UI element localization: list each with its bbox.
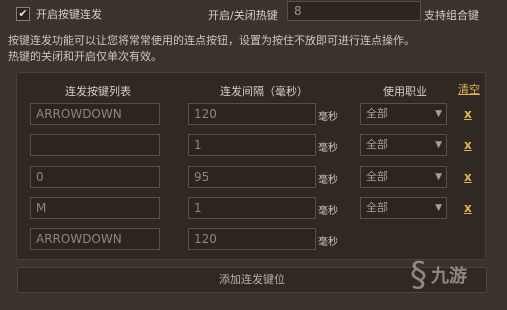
job-select[interactable]: 全部 ▼ xyxy=(360,197,447,219)
table-row: M 1 毫秒 全部 ▼ x xyxy=(0,197,484,219)
unit-label: 毫秒 xyxy=(318,175,338,186)
clear-all-link[interactable]: 清空 xyxy=(458,81,480,97)
interval-input[interactable]: 1 xyxy=(188,134,316,156)
col-key-header: 连发按键列表 xyxy=(65,85,131,98)
unit-label: 毫秒 xyxy=(318,143,338,154)
key-input[interactable] xyxy=(30,134,160,156)
delete-row-button[interactable]: x xyxy=(464,138,472,152)
table-row: ARROWDOWN 120 毫秒 xyxy=(0,228,484,250)
enable-label: 开启按键连发 xyxy=(36,8,102,21)
chevron-down-icon: ▼ xyxy=(435,203,442,213)
logo-icon: § xyxy=(410,255,427,295)
hotkey-label: 开启/关闭热键 xyxy=(208,9,278,22)
chevron-down-icon: ▼ xyxy=(435,109,442,119)
watermark-logo: § 九游 xyxy=(410,258,467,292)
unit-label: 毫秒 xyxy=(318,206,338,217)
delete-row-button[interactable]: x xyxy=(464,201,472,215)
job-select-value: 全部 xyxy=(366,201,388,214)
unit-label: 毫秒 xyxy=(318,237,338,248)
job-select-value: 全部 xyxy=(366,107,388,120)
job-select-value: 全部 xyxy=(366,138,388,151)
hotkey-input[interactable]: 8 xyxy=(287,1,421,21)
interval-input[interactable]: 120 xyxy=(188,103,316,125)
description: 按键连发功能可以让您将常常使用的连点按钮，设置为按住不放即可进行连点操作。 热键… xyxy=(8,33,415,65)
job-select[interactable]: 全部 ▼ xyxy=(360,103,447,125)
chevron-down-icon: ▼ xyxy=(435,172,442,182)
interval-input[interactable]: 95 xyxy=(188,166,316,188)
interval-input[interactable]: 1 xyxy=(188,197,316,219)
hotkey-hint: 支持组合键 xyxy=(424,9,479,22)
table-row: ARROWDOWN 120 毫秒 全部 ▼ x xyxy=(0,103,484,125)
description-line-1: 按键连发功能可以让您将常常使用的连点按钮，设置为按住不放即可进行连点操作。 xyxy=(8,34,415,47)
chevron-down-icon: ▼ xyxy=(435,140,442,150)
col-interval-header: 连发间隔（毫秒） xyxy=(220,85,308,98)
table-row: 0 95 毫秒 全部 ▼ x xyxy=(0,166,484,188)
key-input[interactable]: 0 xyxy=(30,166,160,188)
key-input[interactable]: ARROWDOWN xyxy=(30,103,160,125)
delete-row-button[interactable]: x xyxy=(464,170,472,184)
interval-input[interactable]: 120 xyxy=(188,228,316,250)
job-select-value: 全部 xyxy=(366,170,388,183)
checkbox-checked-icon[interactable]: ✔ xyxy=(16,7,30,21)
col-job-header: 使用职业 xyxy=(383,85,427,98)
description-line-2: 热键的关闭和开启仅单次有效。 xyxy=(8,50,162,63)
job-select[interactable]: 全部 ▼ xyxy=(360,166,447,188)
unit-label: 毫秒 xyxy=(318,112,338,123)
job-select[interactable]: 全部 ▼ xyxy=(360,134,447,156)
key-input[interactable]: ARROWDOWN xyxy=(30,228,160,250)
delete-row-button[interactable]: x xyxy=(464,107,472,121)
table-row: 1 毫秒 全部 ▼ x xyxy=(0,134,484,156)
key-input[interactable]: M xyxy=(30,197,160,219)
logo-text: 九游 xyxy=(431,266,467,287)
enable-toggle[interactable]: ✔ 开启按键连发 xyxy=(16,6,102,22)
